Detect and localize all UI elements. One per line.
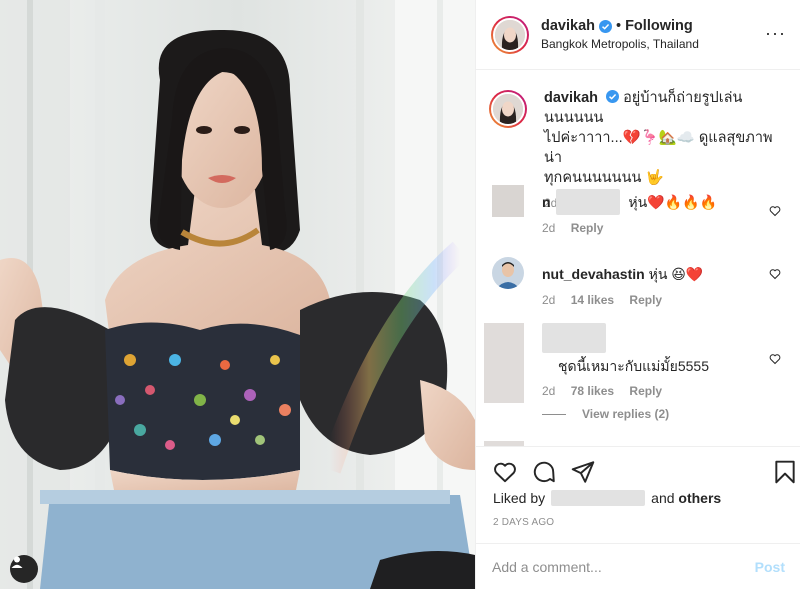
post-header: davikah • Following Bangkok Metropolis, … xyxy=(476,0,800,70)
comment-time[interactable]: 2d xyxy=(542,221,555,235)
reply-button[interactable]: Reply xyxy=(629,384,662,398)
comment-text: ชุดนี้เหมาะกับแม่มั้ย5555 xyxy=(558,358,709,374)
author-avatar[interactable] xyxy=(491,15,529,54)
post-caption: davikah อยู่บ้านก็ถ่ายรูปเล่นนนนนนน ไปค่… xyxy=(476,71,800,210)
author-avatar-image xyxy=(495,19,525,50)
view-replies-line xyxy=(542,413,566,415)
comment-time[interactable]: 2d xyxy=(542,384,555,398)
caption-username[interactable]: davikah xyxy=(544,90,598,106)
comment-item: ชุดนี้เหมาะกับแม่มั้ย5555 2d 78 likes Re… xyxy=(476,323,800,441)
comment-text: หุ่น❤️🔥🔥🔥 xyxy=(628,194,717,210)
reply-button[interactable]: Reply xyxy=(629,293,662,307)
reply-button[interactable]: Reply xyxy=(571,221,604,235)
comment-like-heart-icon[interactable] xyxy=(769,268,781,280)
comment-likes-count[interactable]: 78 likes xyxy=(571,384,614,398)
comment-text: หุ่น 😆❤️ xyxy=(648,266,704,282)
comment-item: nut_devahastin หุ่น 😆❤️ 2d 14 likes Repl… xyxy=(476,253,800,323)
comment-like-heart-icon[interactable] xyxy=(769,205,781,217)
verified-badge-icon xyxy=(599,19,612,33)
comment-avatar-blurred[interactable] xyxy=(484,323,524,403)
comment-like-heart-icon[interactable] xyxy=(769,353,781,365)
redacted-username xyxy=(542,323,606,353)
redacted-username xyxy=(556,189,621,215)
post-image-illustration xyxy=(0,0,475,589)
liked-by-row: Liked by and others xyxy=(493,490,721,506)
likes-others-link[interactable]: others xyxy=(678,490,721,506)
caption-line-2-text: ไปค่ะาาาา... xyxy=(544,130,623,146)
comment-likes-count[interactable]: 14 likes xyxy=(571,293,614,307)
tagged-users-button[interactable] xyxy=(10,555,38,583)
comment-avatar-blurred[interactable] xyxy=(492,185,524,217)
post-comment-button[interactable]: Post xyxy=(755,559,785,575)
share-icon[interactable] xyxy=(570,459,596,485)
liked-by-and: and xyxy=(651,490,675,506)
author-username[interactable]: davikah xyxy=(541,18,595,34)
caption-verified-icon xyxy=(606,90,620,103)
comment-username[interactable]: n xyxy=(542,194,551,210)
location-link[interactable]: Bangkok Metropolis, Thailand xyxy=(541,37,699,51)
post-photo[interactable] xyxy=(0,0,475,589)
comments-list[interactable]: davikah อยู่บ้านก็ถ่ายรูปเล่นนนนนนน ไปค่… xyxy=(476,71,800,446)
caption-avatar-image xyxy=(493,94,523,124)
caption-author-avatar[interactable] xyxy=(489,90,527,128)
action-bar xyxy=(476,446,800,496)
comment-username[interactable]: nut_devahastin xyxy=(542,266,645,282)
heart-icon[interactable] xyxy=(492,459,518,485)
add-comment-bar: Post xyxy=(476,543,800,589)
more-options-icon[interactable]: ··· xyxy=(765,24,786,42)
caption-line-2-emojis: 💔🦩🏡☁️ xyxy=(622,130,695,146)
liked-by-prefix: Liked by xyxy=(493,490,546,506)
comment-icon[interactable] xyxy=(531,459,557,485)
comment-avatar[interactable] xyxy=(492,257,524,289)
user-icon xyxy=(11,556,23,568)
post-date[interactable]: 2 DAYS AGO xyxy=(493,517,554,528)
view-replies-label: View replies (2) xyxy=(582,407,670,421)
comment-item: n หุ่น❤️🔥🔥🔥 2d Reply xyxy=(476,183,800,253)
redacted-liker[interactable] xyxy=(551,490,646,506)
comment-time[interactable]: 2d xyxy=(542,293,555,307)
following-button[interactable]: Following xyxy=(625,18,693,34)
comment-avatar-image xyxy=(492,257,524,289)
post-details-panel: davikah • Following Bangkok Metropolis, … xyxy=(475,0,800,589)
separator-dot: • xyxy=(616,18,622,34)
bookmark-icon[interactable] xyxy=(772,459,798,485)
view-replies-button[interactable]: View replies (2) xyxy=(542,407,669,421)
comment-input[interactable] xyxy=(492,558,755,575)
